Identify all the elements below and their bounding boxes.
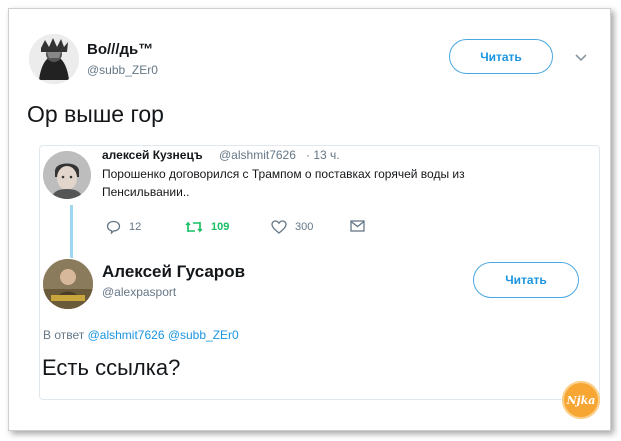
reply-author-handle[interactable]: @alexpasport (102, 285, 176, 299)
like-action[interactable]: 300 (271, 220, 313, 234)
quoted-author-handle[interactable]: @alshmit7626 (219, 148, 296, 162)
reply-follow-button[interactable]: Читать (473, 262, 579, 298)
reply-text: Есть ссылка? (42, 355, 181, 380)
quoted-text-line-2: Пенсильвании.. (102, 185, 190, 199)
retweet-count: 109 (211, 221, 230, 233)
avatar[interactable] (29, 34, 79, 84)
reply-action[interactable]: 12 (106, 220, 141, 234)
chevron-down-icon[interactable] (574, 53, 588, 63)
reply-count: 12 (129, 221, 142, 233)
watermark-logo: Njka (562, 381, 600, 419)
quoted-author-name[interactable]: алексей Кузнецъ (102, 148, 203, 162)
tweet-text: Ор выше гор (27, 101, 164, 127)
reply-avatar[interactable] (43, 259, 93, 309)
author-name[interactable]: Во///дь™ (87, 41, 153, 58)
reply-prefix: В ответ (43, 328, 85, 342)
author-handle[interactable]: @subb_ZEr0 (87, 63, 158, 77)
screenshot-card: Во///дь™ @subb_ZEr0 Читать Ор выше гор а… (8, 8, 611, 431)
heart-icon (271, 220, 287, 234)
avatar-photo-icon (43, 151, 91, 199)
retweet-icon (185, 221, 203, 233)
reply-mentions[interactable]: @alshmit7626 @subb_ZEr0 (88, 328, 239, 342)
quoted-text-line-1: Порошенко договорился с Трампом о постав… (102, 167, 465, 181)
reply-author-name[interactable]: Алексей Гусаров (102, 262, 245, 282)
quoted-timestamp[interactable]: · 13 ч. (306, 148, 340, 162)
reply-context: В ответ @alshmit7626 @subb_ZEr0 (43, 328, 239, 342)
reply-icon (106, 220, 121, 234)
message-action[interactable] (350, 220, 365, 232)
envelope-icon (350, 220, 365, 232)
retweet-action[interactable]: 109 (185, 220, 229, 234)
like-count: 300 (295, 221, 314, 233)
quoted-avatar[interactable] (43, 151, 91, 199)
avatar-illustration-icon (29, 34, 79, 84)
follow-button[interactable]: Читать (449, 39, 553, 74)
thread-line (70, 205, 73, 258)
avatar-photo-icon (43, 259, 93, 309)
